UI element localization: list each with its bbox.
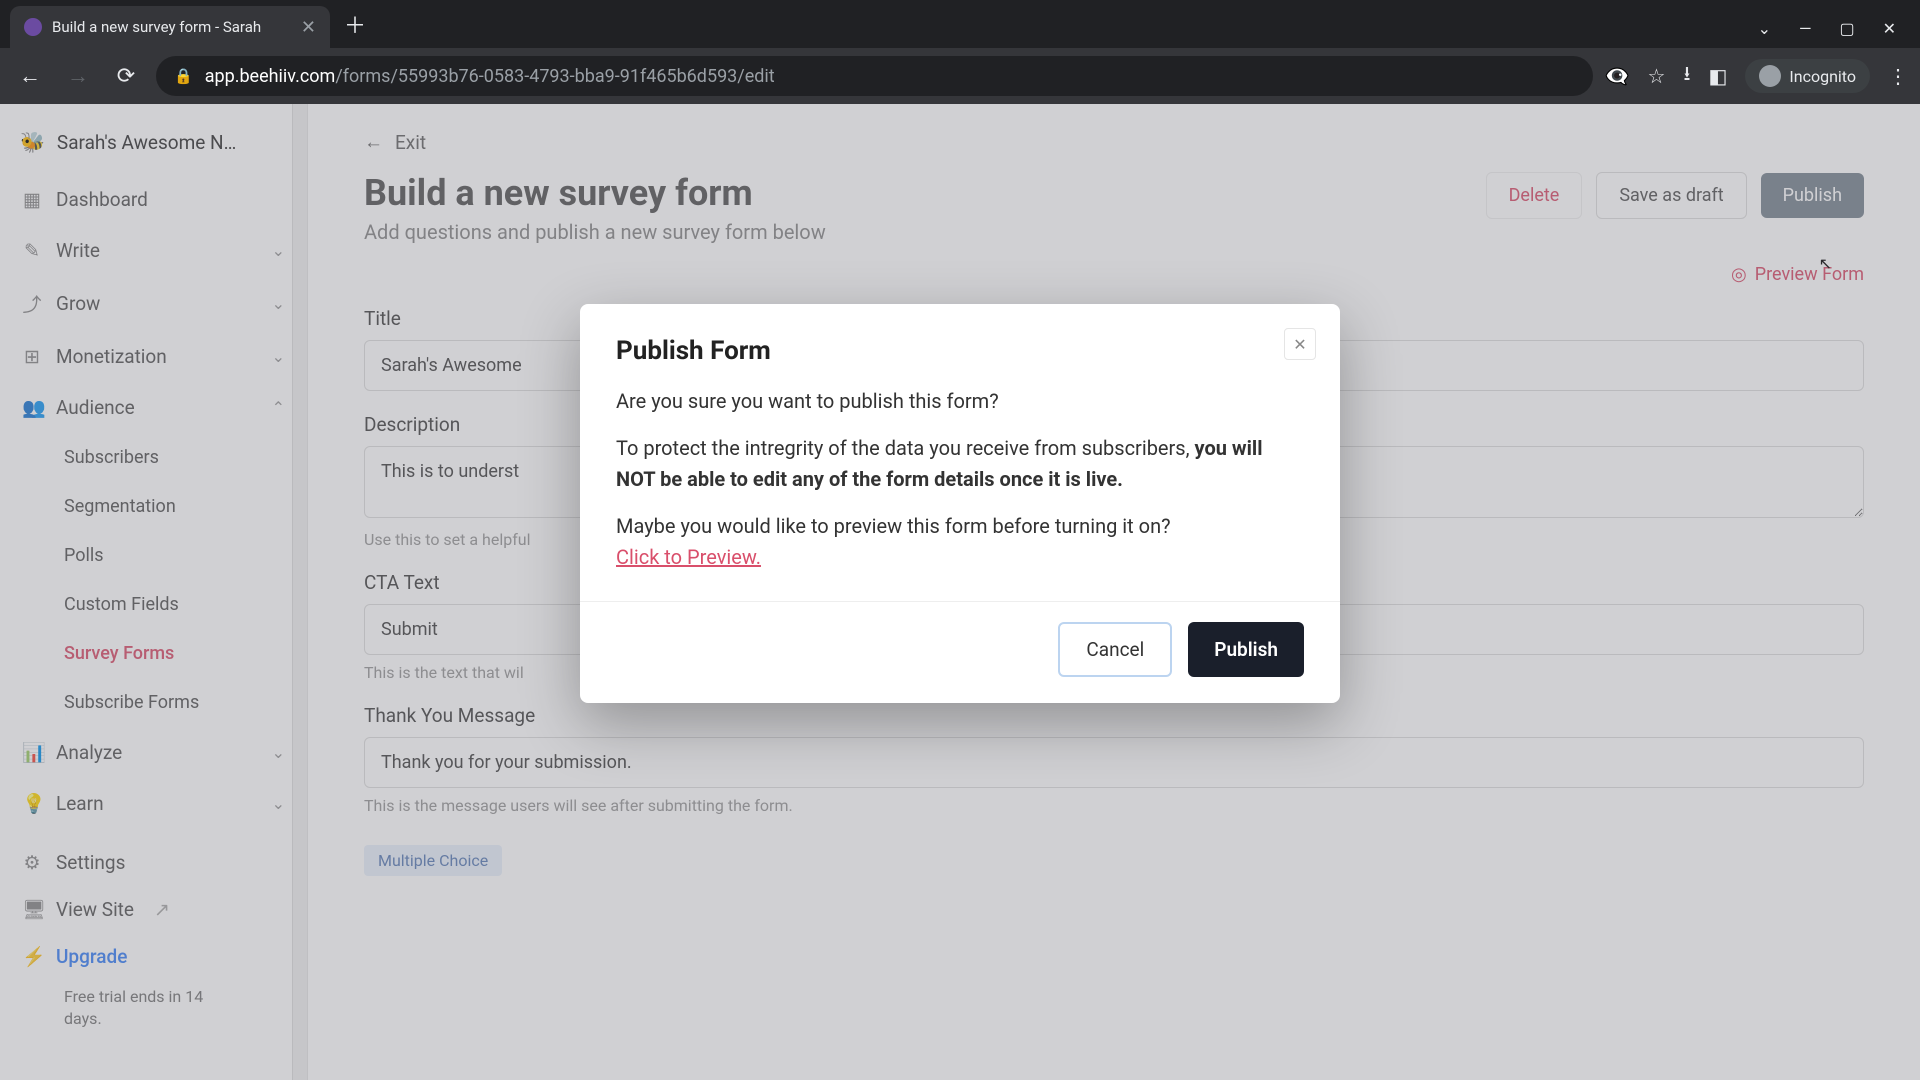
modal-title: Publish Form [616, 336, 1304, 366]
modal-warning: To protect the intregrity of the data yo… [616, 433, 1304, 495]
eye-off-icon[interactable]: 👁‍🗨 [1605, 64, 1630, 88]
browser-tab[interactable]: Build a new survey form - Sarah ✕ [10, 6, 330, 48]
maximize-icon[interactable]: ▢ [1839, 19, 1854, 38]
new-tab-button[interactable]: ＋ [344, 8, 366, 40]
modal-close-button[interactable]: ✕ [1284, 328, 1316, 360]
panel-icon[interactable]: ◧ [1708, 64, 1727, 88]
forward-button[interactable]: → [60, 58, 96, 94]
kebab-menu-icon[interactable]: ⋮ [1888, 64, 1908, 88]
favicon-icon [24, 18, 42, 36]
address-bar[interactable]: 🔒 app.beehiiv.com/forms/55993b76-0583-47… [156, 56, 1593, 96]
close-window-icon[interactable]: ✕ [1883, 19, 1896, 38]
modal-cancel-button[interactable]: Cancel [1058, 622, 1172, 677]
publish-modal: ✕ Publish Form Are you sure you want to … [580, 304, 1340, 703]
incognito-badge[interactable]: Incognito [1745, 59, 1870, 93]
tab-title: Build a new survey form - Sarah [52, 18, 291, 36]
modal-overlay[interactable]: ✕ Publish Form Are you sure you want to … [0, 104, 1920, 1080]
url-text: app.beehiiv.com/forms/55993b76-0583-4793… [205, 66, 775, 87]
back-button[interactable]: ← [12, 58, 48, 94]
window-controls: ⌄ ― ▢ ✕ [1758, 19, 1920, 48]
chevron-down-icon[interactable]: ⌄ [1758, 19, 1771, 38]
incognito-icon [1759, 65, 1781, 87]
close-tab-icon[interactable]: ✕ [301, 17, 316, 38]
browser-toolbar: ← → ⟳ 🔒 app.beehiiv.com/forms/55993b76-0… [0, 48, 1920, 104]
download-icon[interactable]: ⭳ [1683, 59, 1690, 93]
lock-icon: 🔒 [174, 67, 193, 85]
star-icon[interactable]: ☆ [1648, 64, 1666, 88]
modal-publish-button[interactable]: Publish [1188, 622, 1304, 677]
browser-tab-strip: Build a new survey form - Sarah ✕ ＋ ⌄ ― … [0, 0, 1920, 48]
modal-question: Are you sure you want to publish this fo… [616, 386, 1304, 417]
minimize-icon[interactable]: ― [1799, 19, 1812, 38]
modal-preview-link[interactable]: Click to Preview. [616, 545, 761, 569]
modal-preview-prompt: Maybe you would like to preview this for… [616, 511, 1304, 573]
reload-button[interactable]: ⟳ [108, 58, 144, 94]
